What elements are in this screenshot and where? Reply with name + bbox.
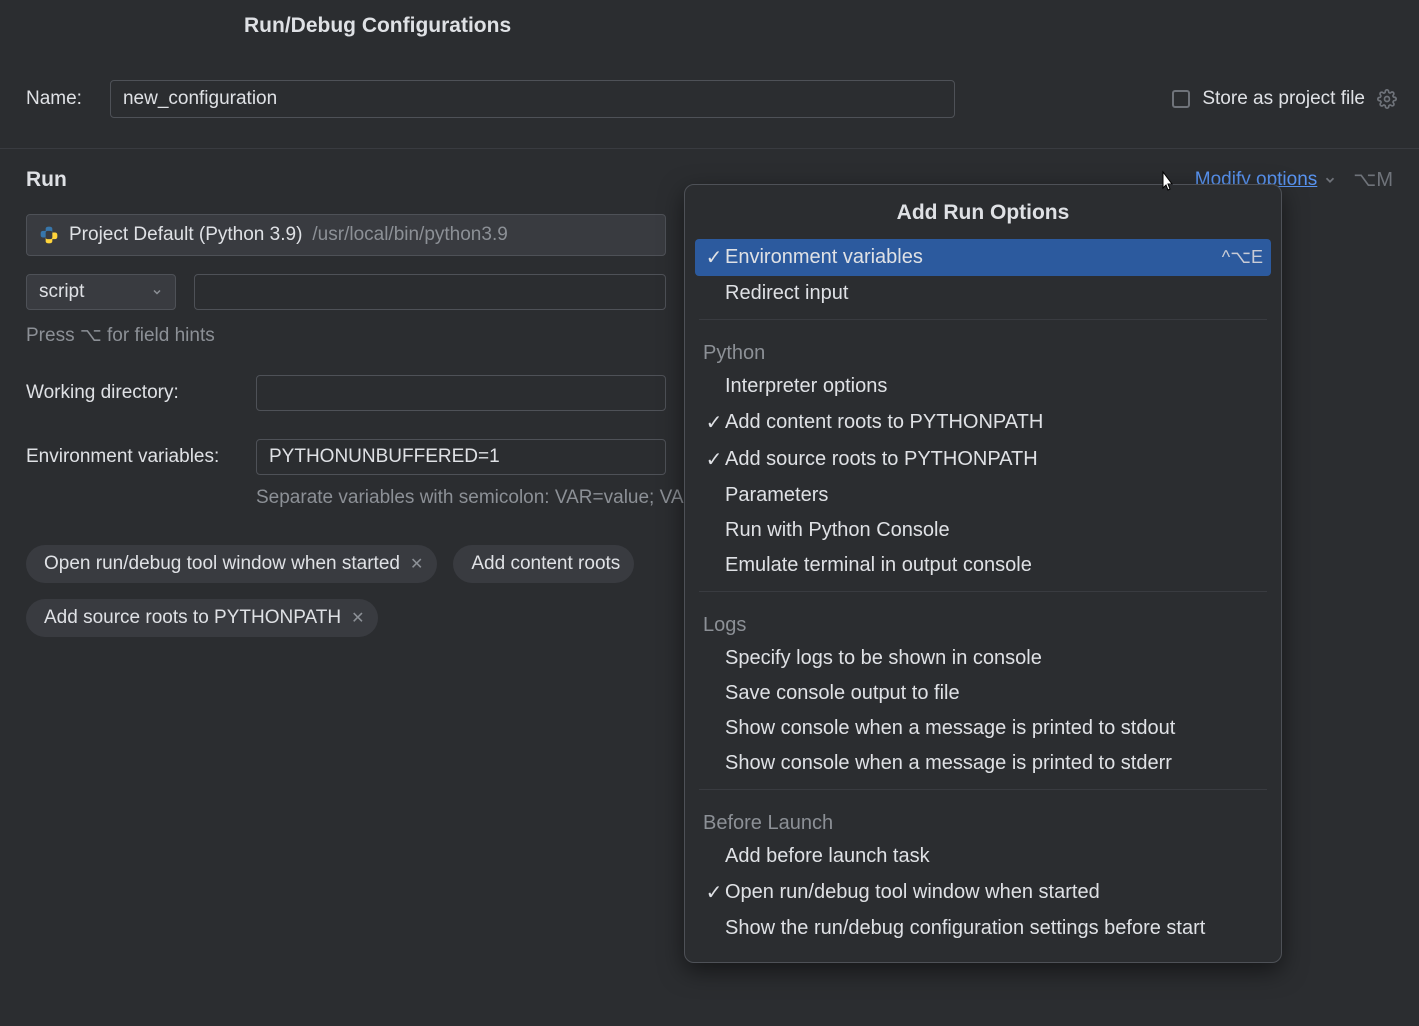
popup-item-redirect-input[interactable]: Redirect input	[685, 276, 1281, 311]
popup-item-label: Environment variables	[725, 246, 1222, 269]
working-directory-input[interactable]	[256, 375, 666, 411]
popup-item-label: Emulate terminal in output console	[725, 554, 1263, 577]
popup-item-label: Redirect input	[725, 282, 1263, 305]
name-label: Name:	[26, 88, 82, 110]
popup-item-label: Show the run/debug configuration setting…	[725, 917, 1263, 940]
script-type-select[interactable]: script	[26, 274, 176, 310]
popup-item-add-source-roots[interactable]: ✓ Add source roots to PYTHONPATH	[685, 441, 1281, 478]
environment-variables-input[interactable]	[256, 439, 666, 475]
check-icon: ✓	[703, 245, 725, 270]
interpreter-name: Project Default (Python 3.9)	[69, 224, 302, 246]
popup-item-save-console-output[interactable]: Save console output to file	[685, 676, 1281, 711]
popup-divider	[699, 319, 1267, 320]
environment-variables-label: Environment variables:	[26, 446, 256, 468]
modify-options-shortcut: ⌥M	[1353, 167, 1393, 192]
store-as-project-file-label: Store as project file	[1202, 88, 1365, 110]
popup-item-label: Show console when a message is printed t…	[725, 752, 1263, 775]
check-icon: ✓	[703, 880, 725, 905]
interpreter-path: /usr/local/bin/python3.9	[312, 224, 507, 246]
close-icon[interactable]: ✕	[351, 608, 364, 628]
popup-item-open-tool-window[interactable]: ✓ Open run/debug tool window when starte…	[685, 874, 1281, 911]
popup-item-show-config-settings[interactable]: Show the run/debug configuration setting…	[685, 911, 1281, 946]
popup-item-label: Add content roots to PYTHONPATH	[725, 411, 1263, 434]
popup-item-parameters[interactable]: Parameters	[685, 478, 1281, 513]
chip-label: Add content roots	[471, 553, 620, 575]
popup-item-add-content-roots[interactable]: ✓ Add content roots to PYTHONPATH	[685, 404, 1281, 441]
chevron-down-icon	[151, 286, 163, 298]
script-type-value: script	[39, 281, 84, 303]
popup-item-label: Add before launch task	[725, 845, 1263, 868]
popup-item-show-console-stderr[interactable]: Show console when a message is printed t…	[685, 746, 1281, 781]
store-as-project-file-checkbox[interactable]	[1172, 90, 1190, 108]
popup-section-before-launch: Before Launch	[685, 798, 1281, 839]
check-icon: ✓	[703, 447, 725, 472]
chip-add-content-roots[interactable]: Add content roots	[453, 545, 634, 583]
popup-divider	[699, 789, 1267, 790]
chip-add-source-roots[interactable]: Add source roots to PYTHONPATH ✕	[26, 599, 378, 637]
run-section-label: Run	[26, 168, 67, 192]
popup-title: Add Run Options	[685, 185, 1281, 239]
add-run-options-popup: Add Run Options ✓ Environment variables …	[684, 184, 1282, 963]
script-path-input[interactable]	[194, 274, 666, 310]
check-icon: ✓	[703, 410, 725, 435]
popup-item-label: Run with Python Console	[725, 519, 1263, 542]
chip-label: Add source roots to PYTHONPATH	[44, 607, 341, 629]
popup-item-environment-variables[interactable]: ✓ Environment variables ^⌥E	[695, 239, 1271, 276]
popup-item-label: Open run/debug tool window when started	[725, 881, 1263, 904]
chevron-down-icon	[1323, 173, 1337, 187]
popup-item-label: Interpreter options	[725, 375, 1263, 398]
popup-item-specify-logs[interactable]: Specify logs to be shown in console	[685, 641, 1281, 676]
popup-item-show-console-stdout[interactable]: Show console when a message is printed t…	[685, 711, 1281, 746]
popup-item-label: Parameters	[725, 484, 1263, 507]
cursor-pointer-icon	[1155, 170, 1179, 194]
dialog-title: Run/Debug Configurations	[0, 0, 1419, 38]
popup-section-logs: Logs	[685, 600, 1281, 641]
name-input[interactable]	[110, 80, 955, 118]
popup-item-shortcut: ^⌥E	[1222, 247, 1263, 268]
popup-item-run-with-python-console[interactable]: Run with Python Console	[685, 513, 1281, 548]
popup-item-interpreter-options[interactable]: Interpreter options	[685, 369, 1281, 404]
popup-section-python: Python	[685, 328, 1281, 369]
popup-item-add-before-launch-task[interactable]: Add before launch task	[685, 839, 1281, 874]
option-chips: Open run/debug tool window when started …	[26, 545, 666, 637]
gear-icon[interactable]	[1377, 89, 1397, 109]
chip-open-tool-window[interactable]: Open run/debug tool window when started …	[26, 545, 437, 583]
popup-item-label: Specify logs to be shown in console	[725, 647, 1263, 670]
close-icon[interactable]: ✕	[410, 554, 423, 574]
interpreter-selector[interactable]: Project Default (Python 3.9) /usr/local/…	[26, 214, 666, 256]
popup-item-emulate-terminal[interactable]: Emulate terminal in output console	[685, 548, 1281, 583]
chip-label: Open run/debug tool window when started	[44, 553, 400, 575]
python-icon	[39, 225, 59, 245]
popup-item-label: Show console when a message is printed t…	[725, 717, 1263, 740]
popup-divider	[699, 591, 1267, 592]
popup-item-label: Add source roots to PYTHONPATH	[725, 448, 1263, 471]
popup-item-label: Save console output to file	[725, 682, 1263, 705]
working-directory-label: Working directory:	[26, 382, 256, 404]
